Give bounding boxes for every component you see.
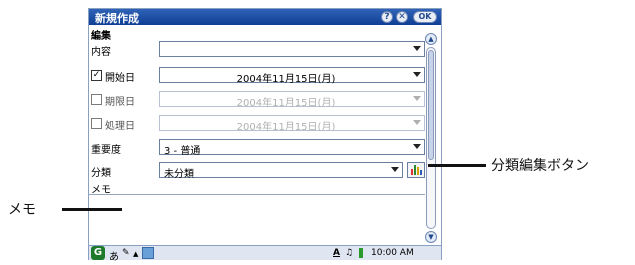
priority-label: 重要度 — [91, 145, 121, 156]
due-date-value: 2004年11月15日(月) — [236, 98, 336, 109]
dropdown-arrow-icon — [413, 72, 421, 77]
window-title: 新規作成 — [95, 12, 139, 25]
due-date-checkbox[interactable] — [91, 94, 102, 105]
dropdown-arrow-icon — [391, 167, 399, 172]
category-edit-callout-label: 分類編集ボタン — [491, 158, 589, 174]
memo-callout-label: メモ — [8, 202, 36, 218]
category-select[interactable]: 未分類 — [159, 162, 403, 180]
priority-select[interactable]: 3 - 普通 — [159, 139, 425, 157]
scroll-track[interactable] — [426, 47, 436, 229]
ime-status-icon[interactable]: A — [333, 248, 340, 258]
close-button[interactable]: ✕ — [396, 11, 408, 23]
start-date-checkbox[interactable]: ✓ — [91, 70, 102, 81]
start-menu-icon[interactable]: G — [91, 246, 105, 260]
input-mode-indicator[interactable]: あ — [109, 248, 119, 263]
clock: 10:00 AM — [371, 248, 414, 258]
speaker-icon[interactable]: ♫ — [345, 248, 353, 258]
start-date-select[interactable]: 2004年11月15日(月) — [159, 67, 425, 85]
due-date-label: 期限日 — [105, 97, 135, 108]
category-row: 分類 未分類 — [89, 162, 425, 180]
due-date-select: 2004年11月15日(月) — [159, 91, 425, 109]
category-label: 分類 — [91, 168, 111, 179]
start-date-row: ✓ 開始日 2004年11月15日(月) — [89, 67, 425, 85]
content-label: 内容 — [91, 47, 111, 58]
done-date-select: 2004年11月15日(月) — [159, 115, 425, 133]
due-date-row: 期限日 2004年11月15日(月) — [89, 91, 425, 109]
priority-value: 3 - 普通 — [164, 146, 201, 157]
battery-icon[interactable] — [359, 248, 363, 258]
section-title: 編集 — [91, 31, 111, 42]
category-value: 未分類 — [164, 169, 194, 180]
category-edit-button[interactable] — [407, 162, 425, 178]
scroll-up-icon[interactable]: ▲ — [425, 33, 437, 45]
memo-callout-line — [62, 208, 122, 211]
content-select[interactable] — [159, 41, 425, 57]
scroll-down-icon[interactable]: ▼ — [425, 231, 437, 243]
taskbar: G あ ✎ ▲ A ♫ 10:00 AM — [89, 245, 441, 263]
handwriting-pad-icon[interactable] — [142, 247, 154, 259]
priority-row: 重要度 3 - 普通 — [89, 139, 425, 157]
title-bar: 新規作成 ? ✕ OK — [89, 9, 441, 25]
pen-icon[interactable]: ✎ — [122, 248, 130, 258]
category-edit-callout-line — [428, 164, 486, 167]
dropdown-arrow-icon — [413, 96, 421, 101]
dropdown-arrow-icon — [413, 46, 421, 51]
help-button[interactable]: ? — [381, 11, 393, 23]
dropdown-arrow-icon — [413, 120, 421, 125]
pda-window: 新規作成 ? ✕ OK 編集 ▲ ▼ 内容 ✓ 開始日 2004年11月15日(… — [88, 8, 442, 263]
ok-button[interactable]: OK — [413, 11, 437, 23]
dropdown-arrow-icon — [413, 144, 421, 149]
keyboard-toggle-icon[interactable]: ▲ — [133, 250, 138, 258]
start-date-value: 2004年11月15日(月) — [236, 74, 336, 85]
vertical-scrollbar[interactable]: ▲ ▼ — [425, 33, 437, 243]
scroll-thumb[interactable] — [428, 50, 434, 160]
start-date-label: 開始日 — [105, 73, 135, 84]
content-row: 内容 — [89, 41, 425, 58]
memo-textarea[interactable] — [89, 194, 425, 242]
done-date-checkbox[interactable] — [91, 118, 102, 129]
done-date-value: 2004年11月15日(月) — [236, 122, 336, 133]
done-date-label: 処理日 — [105, 121, 135, 132]
done-date-row: 処理日 2004年11月15日(月) — [89, 115, 425, 133]
